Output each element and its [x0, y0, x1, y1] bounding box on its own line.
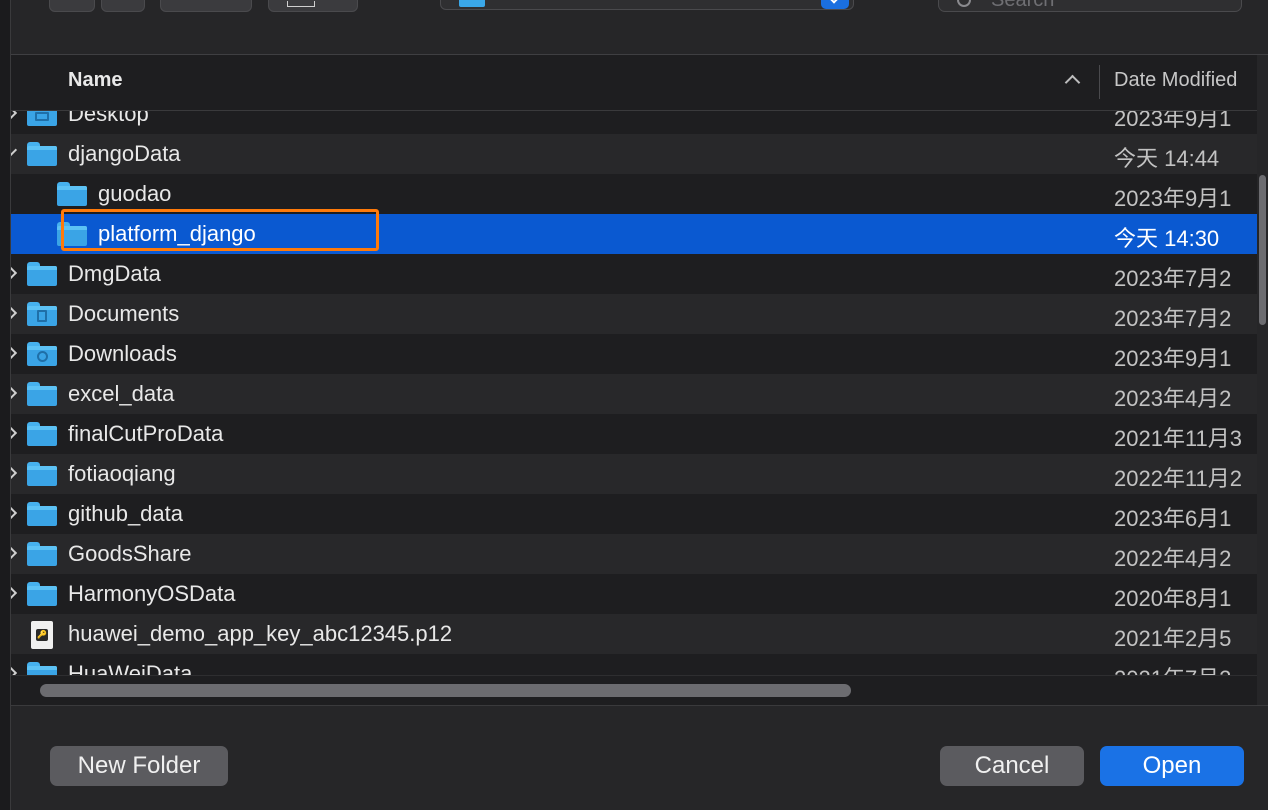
- folder-icon: [27, 382, 57, 406]
- disclosure-collapsed-icon[interactable]: [11, 265, 18, 281]
- table-row[interactable]: finalCutProData 2021年11月3: [11, 414, 1257, 454]
- row-date-modified: 2020年8月1: [1114, 586, 1232, 611]
- open-button[interactable]: Open: [1100, 746, 1244, 786]
- row-name: HuaWeiData: [68, 661, 193, 675]
- table-row[interactable]: Downloads 2023年9月1: [11, 334, 1257, 374]
- row-name: guodao: [98, 181, 172, 206]
- search-field[interactable]: Search: [938, 0, 1242, 12]
- row-name: Documents: [68, 301, 180, 326]
- location-popup[interactable]: [440, 0, 854, 10]
- grid-icon: [287, 1, 315, 7]
- disclosure-collapsed-icon[interactable]: [11, 465, 18, 481]
- disclosure-collapsed-icon[interactable]: [11, 545, 18, 561]
- folder-icon: [27, 462, 57, 486]
- row-date-modified: 2021年7月2: [1114, 661, 1257, 675]
- row-date-modified: 2023年7月2: [1114, 266, 1232, 291]
- folder-icon: [57, 182, 87, 206]
- vertical-scrollbar[interactable]: [1257, 55, 1268, 705]
- file-browser-table: Desktop 2023年9月1 djangoData 今天 14:44 guodao 2…: [11, 55, 1257, 675]
- row-date-modified: 今天 14:44: [1114, 146, 1220, 171]
- table-row[interactable]: Documents 2023年7月2: [11, 294, 1257, 334]
- row-date-modified: 2023年7月2: [1114, 306, 1232, 331]
- table-row[interactable]: github_data 2023年6月1: [11, 494, 1257, 534]
- column-header-name[interactable]: Name: [68, 69, 122, 92]
- disclosure-collapsed-icon[interactable]: [11, 585, 18, 601]
- table-row[interactable]: excel_data 2023年4月2: [11, 374, 1257, 414]
- table-row[interactable]: platform_django 今天 14:30: [11, 214, 1257, 254]
- row-date-modified: 2022年11月2: [1114, 466, 1243, 491]
- chevron-down-icon[interactable]: [821, 0, 849, 9]
- disclosure-collapsed-icon[interactable]: [11, 665, 18, 675]
- column-header-date-modified[interactable]: Date Modified: [1114, 69, 1257, 92]
- folder-icon: [27, 542, 57, 566]
- folder-icon: [57, 222, 87, 246]
- disclosure-collapsed-icon[interactable]: [11, 345, 18, 361]
- row-name: huawei_demo_app_key_abc12345.p12: [68, 621, 453, 646]
- folder-icon: [27, 422, 57, 446]
- folder-icon: [459, 0, 485, 7]
- vertical-scroll-thumb[interactable]: [1259, 175, 1266, 325]
- folder-downloads-icon: [27, 342, 57, 366]
- row-date-modified: 2023年4月2: [1114, 386, 1232, 411]
- table-row[interactable]: DmgData 2023年7月2: [11, 254, 1257, 294]
- row-name: excel_data: [68, 381, 175, 406]
- table-row[interactable]: HarmonyOSData 2020年8月1: [11, 574, 1257, 614]
- disclosure-collapsed-icon[interactable]: [11, 425, 18, 441]
- disclosure-collapsed-icon[interactable]: [11, 305, 18, 321]
- table-row[interactable]: guodao 2023年9月1: [11, 174, 1257, 214]
- row-date-modified: 2021年11月3: [1114, 426, 1243, 451]
- table-header: Name Date Modified: [11, 55, 1257, 111]
- search-icon: [957, 0, 971, 7]
- disclosure-expanded-icon[interactable]: [11, 142, 18, 158]
- certificate-file-icon: 🔑: [31, 621, 53, 649]
- row-date-modified: 今天 14:30: [1114, 226, 1220, 251]
- sort-ascending-icon: [1064, 74, 1081, 91]
- folder-icon: [27, 262, 57, 286]
- table-row[interactable]: 🔑 huawei_demo_app_key_abc12345.p12 2021年2月…: [11, 614, 1257, 654]
- row-date-modified: 2021年2月5: [1114, 626, 1232, 651]
- disclosure-collapsed-icon[interactable]: [11, 505, 18, 521]
- folder-icon: [27, 582, 57, 606]
- row-name: github_data: [68, 501, 183, 526]
- search-placeholder: Search: [991, 0, 1055, 11]
- window-left-edge: [0, 0, 11, 810]
- row-name: platform_django: [98, 221, 256, 246]
- folder-documents-icon: [27, 302, 57, 326]
- folder-icon: [27, 502, 57, 526]
- footer-divider: [11, 705, 1268, 706]
- forward-button[interactable]: [101, 0, 145, 12]
- row-date-modified: 2023年6月1: [1114, 506, 1232, 531]
- table-row[interactable]: GoodsShare 2022年4月2: [11, 534, 1257, 574]
- disclosure-collapsed-icon[interactable]: [11, 385, 18, 401]
- back-button[interactable]: [49, 0, 95, 12]
- toolbar: Search: [11, 0, 1268, 54]
- row-name: djangoData: [68, 141, 181, 166]
- table-row[interactable]: djangoData 今天 14:44: [11, 134, 1257, 174]
- row-name: DmgData: [68, 261, 161, 286]
- file-list: Desktop 2023年9月1 djangoData 今天 14:44 guodao 2…: [11, 94, 1257, 675]
- row-name: finalCutProData: [68, 421, 224, 446]
- row-name: HarmonyOSData: [68, 581, 236, 606]
- new-folder-button[interactable]: New Folder: [50, 746, 228, 786]
- horizontal-scrollbar[interactable]: [11, 675, 1257, 706]
- group-view-button[interactable]: [268, 0, 358, 12]
- row-date-modified: 2023年9月1: [1114, 186, 1232, 211]
- table-row[interactable]: fotiaoqiang 2022年11月2: [11, 454, 1257, 494]
- row-name: GoodsShare: [68, 541, 192, 566]
- row-name: Downloads: [68, 341, 177, 366]
- folder-icon: [27, 142, 57, 166]
- view-mode-button[interactable]: [160, 0, 252, 12]
- horizontal-scroll-thumb[interactable]: [40, 684, 851, 697]
- row-name: fotiaoqiang: [68, 461, 176, 486]
- table-row[interactable]: HuaWeiData 2021年7月2: [11, 654, 1257, 675]
- cancel-button[interactable]: Cancel: [940, 746, 1084, 786]
- folder-icon: [27, 662, 57, 675]
- row-date-modified: 2022年4月2: [1114, 546, 1232, 571]
- column-separator[interactable]: [1099, 65, 1100, 99]
- row-date-modified: 2023年9月1: [1114, 346, 1232, 371]
